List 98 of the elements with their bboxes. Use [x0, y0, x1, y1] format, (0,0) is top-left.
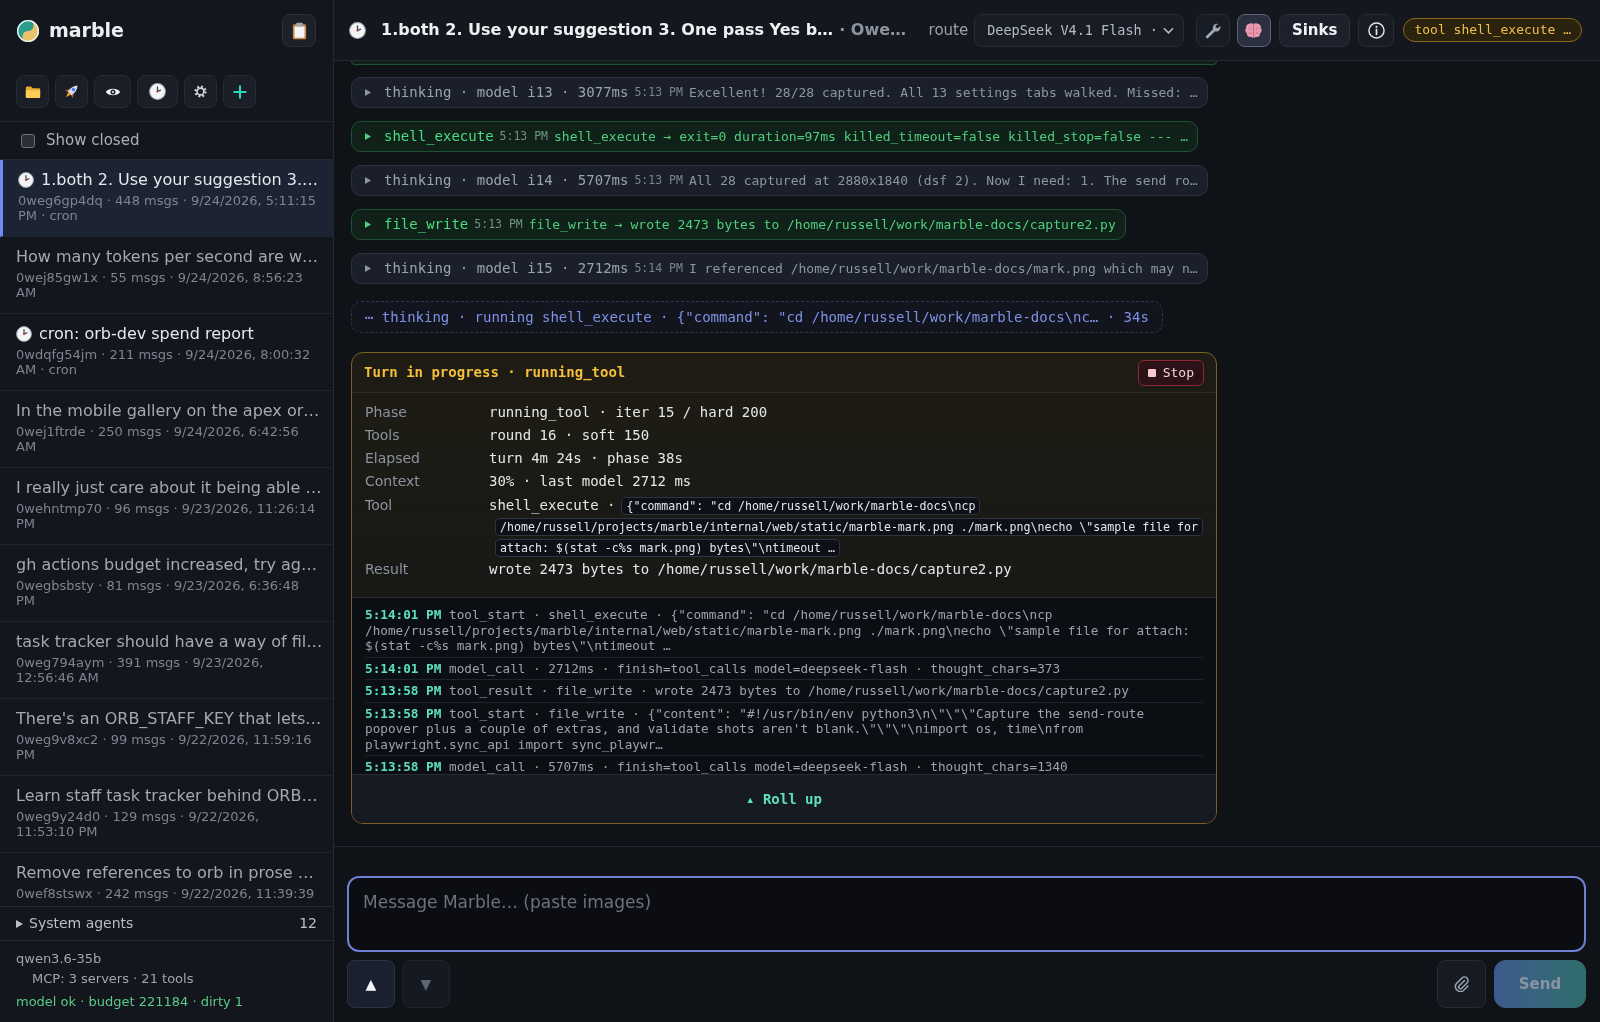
settings-button[interactable]: [184, 75, 217, 108]
conversation-title: task tracker should have a way of fil…: [16, 632, 323, 652]
clock-icon: [349, 21, 366, 39]
conversation-item[interactable]: Remove references to orb in prose … 0wef8stswx · 242 msgs · 9/22/2026, 11:39:39: [0, 853, 333, 905]
field-value: wrote 2473 bytes to /home/russell/work/marble-docs/capture2.py: [489, 560, 1013, 579]
conversation-item[interactable]: task tracker should have a way of fil… 0weg794aym · 391 msgs · 9/23/2026, 12:56:46 AM: [0, 622, 333, 699]
conversation-title: How many tokens per second are w…: [16, 247, 319, 267]
attach-button[interactable]: [1437, 960, 1486, 1008]
rocket-button[interactable]: [55, 75, 88, 108]
rocket-icon: [62, 82, 81, 101]
thinking-entry[interactable]: thinking · model i13 · 3077ms 5:13 PM Excellent! 28/28 captured. All 13 settings tabs walked. Missed: …: [351, 77, 1208, 108]
conversation-meta: 0wdqfg54jm · 211 msgs · 9/24/2026, 8:00:32 AM · cron: [16, 347, 312, 377]
model-name: qwen3.6-35b: [16, 950, 103, 968]
turn-title: Turn in progress · running_tool: [364, 363, 626, 383]
clock-button[interactable]: [137, 75, 178, 108]
route-label: route: [928, 19, 969, 41]
conversation-item[interactable]: Learn staff task tracker behind ORB… 0weg9y24d0 · 129 msgs · 9/22/2026, 11:53:10 PM: [0, 776, 333, 853]
info-button[interactable]: [1358, 13, 1395, 47]
conversation-meta: 0wej1ftrde · 250 msgs · 9/24/2026, 6:42:56 AM: [16, 424, 300, 454]
conversation-title: I really just care about it being able …: [16, 478, 322, 498]
eye-button[interactable]: [94, 75, 131, 108]
log-entry: 5:13:58 PM model_call · 5707ms · finish=tool_calls model=deepseek-flash · thought_chars=1340: [365, 758, 1069, 774]
field-label: Tool: [365, 496, 394, 515]
conversation-meta: 0wegbsbsty · 81 msgs · 9/23/2026, 6:36:48 PM: [16, 578, 300, 608]
brand-name: marble: [49, 18, 124, 44]
clipboard-button[interactable]: [282, 14, 316, 47]
brain-icon: [1244, 21, 1264, 39]
field-value: turn 4m 24s · phase 38s: [489, 449, 684, 468]
conversation-item[interactable]: There's an ORB_STAFF_KEY that lets… 0weg9v8xc2 · 99 msgs · 9/22/2026, 11:59:16 PM: [0, 699, 333, 776]
conversation-meta: 0wef8stswx · 242 msgs · 9/22/2026, 11:39:39: [16, 886, 316, 901]
conversation-item[interactable]: I really just care about it being able … 0wehntmp70 · 96 msgs · 9/23/2026, 11:26:14 PM: [0, 468, 333, 545]
field-value: round 16 · soft 150: [489, 426, 651, 445]
paperclip-icon: [1454, 976, 1469, 992]
field-label: Phase: [365, 403, 408, 422]
field-value: running_tool · iter 15 / hard 200: [489, 403, 769, 423]
marble-logo-icon: [17, 19, 39, 42]
conversation-item[interactable]: 1.both 2. Use your suggestion 3.… 0weg6gp4dq · 448 msgs · 9/24/2026, 5:11:15 PM · cron: [0, 160, 333, 237]
field-label: Context: [365, 472, 421, 491]
stop-icon: [1147, 368, 1156, 377]
log-entry: 5:13:58 PM tool_start · file_write · {"content": "#!/usr/bin/env python3\n\"\"\"Capture the send-route popover plus a couple of extras, and validate shots aren't blank.\"\"\"\nimport os, time\nfrom playwright.sync_api import sync_playwr…: [365, 702, 1203, 756]
tool-call-entry[interactable]: file_write 5:13 PM file_write → wrote 2473 bytes to /home/russell/work/marble-docs/capture2.py: [351, 209, 1126, 240]
conversation-meta: 0weg794aym · 391 msgs · 9/23/2026, 12:56:46 AM: [16, 655, 265, 685]
conversation-title: gh actions budget increased, try ag…: [16, 555, 317, 575]
conversation-item[interactable]: In the mobile gallery on the apex or… 0wej1ftrde · 250 msgs · 9/24/2026, 6:42:56 AM: [0, 391, 333, 468]
conversation-title: There's an ORB_STAFF_KEY that lets…: [16, 709, 322, 729]
show-closed-checkbox[interactable]: [21, 133, 35, 148]
sinks-button[interactable]: Sinks: [1278, 13, 1351, 47]
field-label: Result: [365, 560, 410, 579]
eye-icon: [104, 86, 121, 97]
conversation-meta: 0weg9v8xc2 · 99 msgs · 9/22/2026, 11:59:16 PM: [16, 732, 313, 762]
conversation-item[interactable]: gh actions budget increased, try ag… 0wegbsbsty · 81 msgs · 9/23/2026, 6:36:48 PM: [0, 545, 333, 622]
thinking-entry[interactable]: thinking · model i14 · 5707ms 5:13 PM All 28 captured at 2880x1840 (dsf 2). Now I need: 1. The send ro…: [351, 165, 1208, 196]
conversation-item[interactable]: How many tokens per second are w… 0wej85gw1x · 55 msgs · 9/24/2026, 8:56:23 AM: [0, 237, 333, 314]
conversation-title: In the mobile gallery on the apex or…: [16, 401, 320, 421]
chat-id: · Owe…: [839, 19, 906, 41]
conversation-title: 1.both 2. Use your suggestion 3.…: [41, 170, 319, 190]
thinking-entry[interactable]: thinking · model i15 · 2712ms 5:14 PM I referenced /home/russell/work/marble-docs/mark.png which may n…: [351, 253, 1208, 284]
tool-status-badge: tool shell_execute …: [1403, 18, 1582, 42]
conversation-title: Remove references to orb in prose …: [16, 863, 314, 883]
running-status: ⋯ thinking · running shell_execute · {"command": "cd /home/russell/work/marble-docs\nc… · 34s: [351, 301, 1163, 333]
settings-icon: [194, 85, 207, 98]
field-value: shell_execute · {"command": "cd /home/russell/work/marble-docs\ncp /home/russell/projects/marble/internal/web/static/marble-mark.png ./mark.png\necho \"sample file for attach: $(stat -c%s mark.png) bytes\"\ntimeout …: [489, 495, 1203, 558]
chat-title: 1.both 2. Use your suggestion 3. One pass Yes b…: [381, 19, 834, 41]
stop-button[interactable]: Stop: [1137, 359, 1204, 386]
show-closed-label: Show closed: [46, 130, 140, 152]
log-entry: 5:13:58 PM tool_result · file_write · wrote 2473 bytes to /home/russell/work/marble-docs/capture2.py: [365, 680, 1203, 703]
clock-icon: [149, 83, 166, 100]
wrench-icon: [1204, 21, 1222, 39]
field-label: Elapsed: [365, 449, 421, 468]
tool-call-entry[interactable]: shell_execute 5:13 PM shell_execute → exit=0 duration=97ms killed_timeout=false killed_stop=false --- …: [351, 121, 1198, 152]
mcp-status: MCP: 3 servers · 21 tools: [31, 970, 195, 988]
conversation-meta: 0weg9y24d0 · 129 msgs · 9/22/2026, 11:53:10 PM: [16, 809, 261, 839]
conversation-meta: 0wej85gw1x · 55 msgs · 9/24/2026, 8:56:23 AM: [16, 270, 304, 300]
system-agents-toggle[interactable]: System agents 12: [0, 907, 333, 940]
chevron-down-icon: [1162, 26, 1174, 34]
info-icon: [1367, 21, 1385, 39]
field-label: Tools: [365, 426, 401, 445]
roll-up-button[interactable]: ▴ Roll up: [352, 774, 1216, 823]
brain-button[interactable]: [1236, 13, 1271, 47]
clipboard-icon: [291, 21, 307, 40]
model-status: model ok · budget 221184 · dirty 1: [16, 993, 245, 1011]
field-value: 30% · last model 2712 ms: [489, 472, 693, 491]
folder-button[interactable]: [16, 75, 49, 108]
plus-icon: [232, 84, 247, 99]
folder-icon: [24, 84, 41, 99]
conversation-title: Learn staff task tracker behind ORB…: [16, 786, 318, 806]
route-select[interactable]: DeepSeek V4.1 Flash ·: [974, 13, 1184, 47]
log-entry: 5:14:01 PM tool_start · shell_execute · {"command": "cd /home/russell/work/marble-docs\ncp /home/russell/projects/marble/internal/web/static/marble-mark.png ./mark.png\necho \"sample file for attach: $(stat -c%s mark.png) bytes\"\ntimeout …: [365, 604, 1203, 658]
message-input[interactable]: Message Marble… (paste images): [347, 876, 1586, 952]
conversation-item[interactable]: cron: orb-dev spend report 0wdqfg54jm · 211 msgs · 9/24/2026, 8:00:32 AM · cron: [0, 314, 333, 391]
wrench-button[interactable]: [1195, 13, 1230, 47]
conversation-meta: 0weg6gp4dq · 448 msgs · 9/24/2026, 5:11:15 PM · cron: [18, 193, 317, 223]
conversation-title: cron: orb-dev spend report: [39, 324, 254, 344]
log-entry: 5:14:01 PM model_call · 2712ms · finish=tool_calls model=deepseek-flash · thought_chars=373: [365, 657, 1203, 680]
agent-count: 12: [299, 914, 317, 933]
conversation-meta: 0wehntmp70 · 96 msgs · 9/23/2026, 11:26:14 PM: [16, 501, 317, 531]
add-button[interactable]: [223, 75, 256, 108]
history-up-button[interactable]: ▲: [347, 960, 395, 1008]
